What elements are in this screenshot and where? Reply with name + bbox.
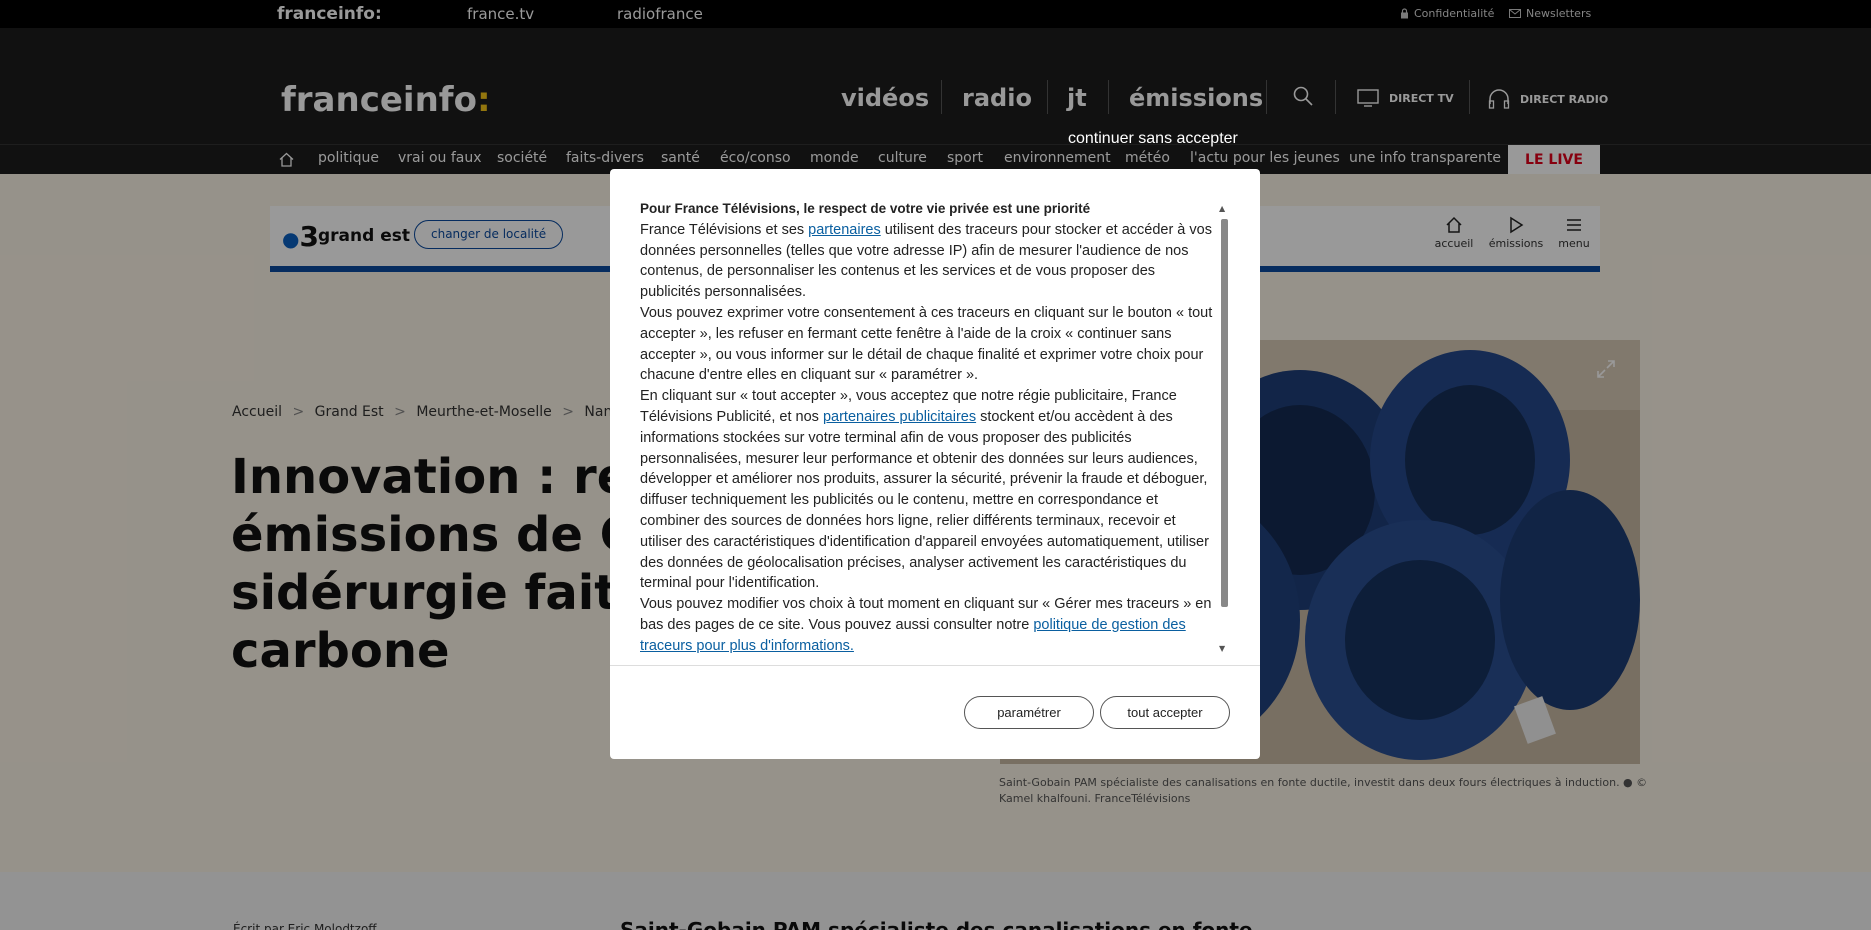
consent-paragraph: Vous pouvez modifier vos choix à tout mo… <box>640 594 1218 656</box>
consent-dialog: Pour France Télévisions, le respect de v… <box>610 169 1260 759</box>
consent-paragraph: Vous pouvez exprimer votre consentement … <box>640 304 1213 384</box>
consent-paragraph: France Télévisions et ses partenaires ut… <box>640 220 1218 303</box>
dialog-divider <box>610 665 1260 666</box>
consent-scrollbar[interactable] <box>1221 219 1228 607</box>
consent-paragraph: En cliquant sur « tout accepter », vous … <box>640 386 1218 594</box>
consent-text: Pour France Télévisions, le respect de v… <box>640 199 1218 659</box>
consent-text-fragment: stockent et/ou accèdent à des informatio… <box>640 408 1209 592</box>
ad-partners-link[interactable]: partenaires publicitaires <box>823 409 976 425</box>
scroll-up-arrow[interactable]: ▲ <box>1219 204 1225 213</box>
scroll-down-arrow[interactable]: ▼ <box>1219 644 1225 653</box>
accept-all-button[interactable]: tout accepter <box>1100 696 1230 729</box>
partners-link[interactable]: partenaires <box>808 222 881 238</box>
settings-button[interactable]: paramétrer <box>964 696 1094 729</box>
consent-text-fragment: France Télévisions et ses <box>640 221 809 238</box>
consent-title: Pour France Télévisions, le respect de v… <box>640 201 1091 216</box>
continue-without-accepting-button[interactable]: continuer sans accepter <box>1068 130 1238 148</box>
